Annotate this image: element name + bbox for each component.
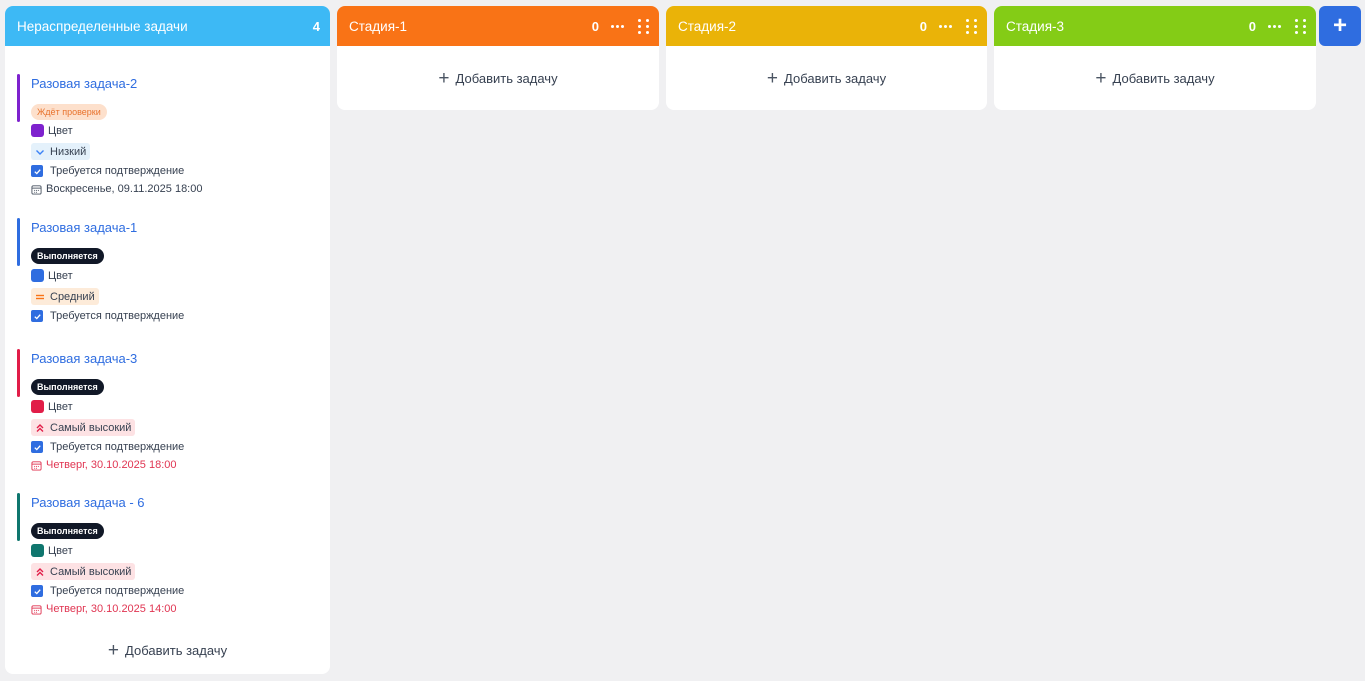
column-title: Стадия-1	[349, 18, 408, 34]
color-swatch	[31, 400, 44, 413]
color-label: Цвет	[48, 124, 73, 137]
plus-icon: +	[438, 67, 450, 89]
column-stage-2: Стадия-2 0 + Добавить задачу	[666, 6, 987, 110]
confirm-label: Требуется подтверждение	[50, 585, 185, 597]
column-title: Стадия-3	[1006, 18, 1065, 34]
priority-chip: Самый высокий	[31, 419, 136, 436]
checkbox-icon[interactable]	[31, 165, 43, 177]
color-label: Цвет	[48, 544, 73, 557]
add-task-label: Добавить задачу	[455, 70, 558, 86]
checkbox-icon[interactable]	[31, 310, 43, 322]
column-count: 0	[1248, 18, 1256, 34]
column-header[interactable]: Стадия-2 0	[666, 6, 987, 46]
color-swatch	[31, 544, 44, 557]
priority-chip: Низкий	[31, 143, 91, 160]
add-task-label: Добавить задачу	[784, 70, 887, 86]
task-title[interactable]: Разовая задача-3	[31, 351, 317, 366]
checkbox-icon[interactable]	[31, 441, 43, 453]
status-badge: Выполняется	[31, 379, 104, 395]
add-task-button[interactable]: + Добавить задачу	[994, 46, 1316, 110]
column-count: 0	[919, 18, 927, 34]
task-color-bar	[17, 74, 20, 122]
double-chevron-up-icon	[36, 567, 44, 576]
column-title: Нераспределенные задачи	[17, 18, 188, 34]
color-label: Цвет	[48, 269, 73, 282]
add-task-button[interactable]: + Добавить задачу	[337, 46, 659, 110]
task-title[interactable]: Разовая задача-1	[31, 220, 317, 235]
calendar-icon	[31, 184, 42, 195]
column-title: Стадия-2	[678, 18, 737, 34]
add-task-label: Добавить задачу	[125, 642, 228, 658]
confirm-label: Требуется подтверждение	[50, 310, 185, 322]
plus-icon: +	[1095, 67, 1107, 89]
due-date: Четверг, 30.10.2025 14:00	[46, 603, 177, 615]
calendar-icon	[31, 604, 42, 615]
column-count: 4	[312, 18, 320, 34]
drag-handle-icon[interactable]	[1295, 18, 1306, 34]
priority-label: Самый высокий	[50, 421, 132, 434]
add-column-button[interactable]: +	[1319, 6, 1361, 46]
confirm-label: Требуется подтверждение	[50, 165, 185, 177]
plus-icon: +	[1332, 12, 1347, 39]
status-badge: Выполняется	[31, 248, 104, 264]
task-card[interactable]: Разовая задача-2 Ждёт проверки Цвет Низк…	[17, 74, 317, 202]
plus-icon: +	[766, 67, 779, 89]
more-options-icon[interactable]	[611, 24, 624, 28]
equals-icon	[36, 294, 44, 299]
double-chevron-up-icon	[36, 423, 44, 432]
column-header[interactable]: Стадия-3 0	[994, 6, 1316, 46]
plus-icon: +	[107, 639, 120, 661]
add-task-label: Добавить задачу	[1112, 70, 1215, 86]
status-badge: Выполняется	[31, 523, 104, 539]
color-swatch	[31, 269, 44, 282]
column-header[interactable]: Стадия-1 0	[337, 6, 659, 46]
add-task-button[interactable]: + Добавить задачу	[666, 46, 987, 110]
color-swatch	[31, 124, 44, 137]
priority-label: Низкий	[50, 145, 87, 158]
column-stage-3: Стадия-3 0 + Добавить задачу	[994, 6, 1316, 110]
priority-chip: Средний	[31, 288, 99, 305]
checkbox-icon[interactable]	[31, 585, 43, 597]
task-color-bar	[17, 218, 20, 266]
drag-handle-icon[interactable]	[638, 18, 649, 34]
priority-chip: Самый высокий	[31, 563, 136, 580]
column-count: 0	[591, 18, 599, 34]
task-color-bar	[17, 349, 20, 397]
column-unassigned: Нераспределенные задачи 4 Разовая задача…	[5, 6, 330, 674]
priority-label: Средний	[50, 290, 95, 303]
task-color-bar	[17, 493, 20, 541]
more-options-icon[interactable]	[939, 24, 952, 28]
task-card[interactable]: Разовая задача-3 Выполняется Цвет Самый …	[17, 349, 317, 477]
status-badge: Ждёт проверки	[31, 104, 107, 120]
column-header[interactable]: Нераспределенные задачи 4	[5, 6, 330, 46]
drag-handle-icon[interactable]	[966, 18, 977, 34]
color-label: Цвет	[48, 400, 73, 413]
due-date: Воскресенье, 09.11.2025 18:00	[46, 183, 203, 195]
task-title[interactable]: Разовая задача - 6	[31, 495, 317, 510]
chevron-down-icon	[36, 149, 44, 155]
due-date: Четверг, 30.10.2025 18:00	[46, 459, 177, 471]
confirm-label: Требуется подтверждение	[50, 441, 185, 453]
more-options-icon[interactable]	[1268, 24, 1281, 28]
calendar-icon	[31, 460, 42, 471]
add-task-button[interactable]: + Добавить задачу	[5, 640, 330, 660]
column-stage-1: Стадия-1 0 + Добавить задачу	[337, 6, 659, 110]
priority-label: Самый высокий	[50, 565, 132, 578]
task-card[interactable]: Разовая задача - 6 Выполняется Цвет Самы…	[17, 493, 317, 621]
task-title[interactable]: Разовая задача-2	[31, 76, 317, 91]
task-card[interactable]: Разовая задача-1 Выполняется Цвет Средни…	[17, 218, 317, 328]
